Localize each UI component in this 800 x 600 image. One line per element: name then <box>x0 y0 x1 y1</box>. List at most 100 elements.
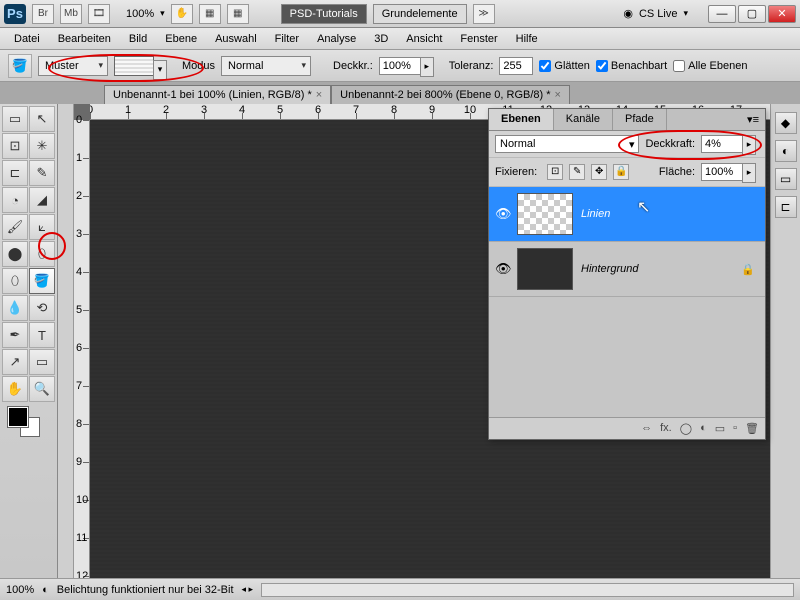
panel-menu-icon[interactable]: ▾≡ <box>741 109 765 130</box>
lock-transparent-icon[interactable]: ⊡ <box>547 164 563 180</box>
tool-button[interactable]: 🔍 <box>29 376 55 402</box>
tolerance-field[interactable]: 255 <box>499 57 533 75</box>
tool-button[interactable]: ⬤ <box>2 241 28 267</box>
dock-left[interactable] <box>58 104 74 578</box>
layers-dock-icon[interactable]: ◆ <box>775 112 797 134</box>
mini-bridge-button[interactable]: Mb <box>60 4 82 24</box>
menu-3d[interactable]: 3D <box>366 30 396 48</box>
menu-hilfe[interactable]: Hilfe <box>508 30 546 48</box>
tool-button[interactable]: ▭ <box>29 349 55 375</box>
adjustments-dock-icon[interactable]: ◐ <box>775 140 797 162</box>
status-message: Belichtung funktioniert nur bei 32-Bit <box>57 584 234 596</box>
new-layer-icon[interactable]: ▫ <box>733 422 737 435</box>
film-button[interactable]: 🎞 <box>88 4 110 24</box>
layer-name[interactable]: Hintergrund <box>581 263 638 275</box>
tool-button[interactable]: 🪣 <box>29 268 55 294</box>
tool-button[interactable]: ✒ <box>2 322 28 348</box>
screen-mode-button[interactable]: ▦ <box>227 4 249 24</box>
contiguous-checkbox[interactable]: Benachbart <box>596 60 667 72</box>
visibility-icon[interactable]: 👁 <box>495 261 509 277</box>
tool-button[interactable]: ⬯ <box>29 241 55 267</box>
layer-thumbnail[interactable] <box>517 193 573 235</box>
tool-button[interactable]: ⊏ <box>2 160 28 186</box>
color-swatches[interactable] <box>2 403 55 443</box>
tool-button[interactable]: ✋ <box>2 376 28 402</box>
group-icon[interactable]: ▭ <box>715 422 725 435</box>
layer-row-hintergrund[interactable]: 👁 Hintergrund 🔒 <box>489 242 765 297</box>
pattern-swatch[interactable] <box>114 56 154 76</box>
status-zoom[interactable]: 100% <box>6 584 34 596</box>
tool-button[interactable]: ⟲ <box>29 295 55 321</box>
fixieren-label: Fixieren: <box>495 166 537 178</box>
layer-name[interactable]: Linien <box>581 208 610 220</box>
tab-ebenen[interactable]: Ebenen <box>489 109 554 130</box>
doc-tab-2[interactable]: Unbenannt-2 bei 800% (Ebene 0, RGB/8) *× <box>331 85 570 104</box>
menu-ebene[interactable]: Ebene <box>157 30 205 48</box>
layer-thumbnail[interactable] <box>517 248 573 290</box>
menu-bearbeiten[interactable]: Bearbeiten <box>50 30 119 48</box>
fx-icon[interactable]: fx. <box>660 422 672 435</box>
menu-bild[interactable]: Bild <box>121 30 155 48</box>
toolbox: ▭↖⊡✳⊏✎◔◢🖌⟀⬤⬯⬯🪣💧⟲✒T↗▭✋🔍 <box>0 104 58 578</box>
lock-pixels-icon[interactable]: ✎ <box>569 164 585 180</box>
mask-icon[interactable]: ◯ <box>680 422 692 435</box>
history-dock-icon[interactable]: ▭ <box>775 168 797 190</box>
fill-type-dropdown[interactable]: Muster <box>38 56 108 76</box>
tool-button[interactable]: ↗ <box>2 349 28 375</box>
tool-button[interactable]: 💧 <box>2 295 28 321</box>
lock-all-icon[interactable]: 🔒 <box>613 164 629 180</box>
horizontal-scrollbar[interactable] <box>261 583 794 597</box>
menu-analyse[interactable]: Analyse <box>309 30 364 48</box>
trash-icon[interactable]: 🗑 <box>745 422 759 435</box>
workspace-expand[interactable]: ≫ <box>473 4 495 24</box>
tool-button[interactable]: ↖ <box>29 106 55 132</box>
zoom-level[interactable]: 100% <box>126 8 154 20</box>
tool-button[interactable]: ▭ <box>2 106 28 132</box>
menu-ansicht[interactable]: Ansicht <box>398 30 450 48</box>
crop-dock-icon[interactable]: ⊏ <box>775 196 797 218</box>
tool-button[interactable]: T <box>29 322 55 348</box>
close-icon[interactable]: × <box>316 89 322 101</box>
menu-filter[interactable]: Filter <box>267 30 307 48</box>
tool-button[interactable]: ◔ <box>2 187 28 213</box>
lock-position-icon[interactable]: ✥ <box>591 164 607 180</box>
adjustment-icon[interactable]: ◐ <box>700 422 707 435</box>
menu-auswahl[interactable]: Auswahl <box>207 30 265 48</box>
visibility-icon[interactable]: 👁 <box>495 206 509 222</box>
tool-button[interactable]: ⊡ <box>2 133 28 159</box>
menu-fenster[interactable]: Fenster <box>452 30 505 48</box>
tool-button[interactable]: ◢ <box>29 187 55 213</box>
tool-button[interactable]: ⬯ <box>2 268 28 294</box>
close-icon[interactable]: × <box>555 89 561 101</box>
tool-button[interactable]: ⟀ <box>29 214 55 240</box>
maximize-button[interactable]: ▢ <box>738 5 766 23</box>
arrange-button[interactable]: ▦ <box>199 4 221 24</box>
doc-tab-1[interactable]: Unbenannt-1 bei 100% (Linien, RGB/8) *× <box>104 85 331 104</box>
hand-button[interactable]: ✋ <box>171 4 193 24</box>
tool-button[interactable]: 🖌 <box>2 214 28 240</box>
fill-field[interactable]: 100% <box>701 163 743 181</box>
opacity-field[interactable]: 100% <box>379 57 421 75</box>
tab-kanale[interactable]: Kanäle <box>554 109 613 130</box>
mode-dropdown[interactable]: Normal <box>221 56 311 76</box>
tab-pfade[interactable]: Pfade <box>613 109 667 130</box>
layer-opacity-field[interactable]: 4% <box>701 135 743 153</box>
flache-label: Fläche: <box>659 166 695 178</box>
workspace-tab-psd[interactable]: PSD-Tutorials <box>281 4 367 24</box>
tool-button[interactable]: ✎ <box>29 160 55 186</box>
minimize-button[interactable]: — <box>708 5 736 23</box>
toleranz-label: Toleranz: <box>449 60 494 72</box>
menu-datei[interactable]: Datei <box>6 30 48 48</box>
close-button[interactable]: ✕ <box>768 5 796 23</box>
tool-button[interactable]: ✳ <box>29 133 55 159</box>
blend-mode-dropdown[interactable]: Normal <box>495 135 639 153</box>
bridge-button[interactable]: Br <box>32 4 54 24</box>
antialias-checkbox[interactable]: Glätten <box>539 60 589 72</box>
layer-row-linien[interactable]: 👁 Linien ↖ <box>489 187 765 242</box>
lock-icon: 🔒 <box>741 263 755 276</box>
workspace-tab-grund[interactable]: Grundelemente <box>373 4 467 24</box>
layer-list: 👁 Linien ↖ 👁 Hintergrund 🔒 <box>489 187 765 417</box>
link-layers-icon[interactable]: ⇔ <box>641 422 652 435</box>
cslive-label[interactable]: CS Live <box>639 8 678 20</box>
all-layers-checkbox[interactable]: Alle Ebenen <box>673 60 747 72</box>
